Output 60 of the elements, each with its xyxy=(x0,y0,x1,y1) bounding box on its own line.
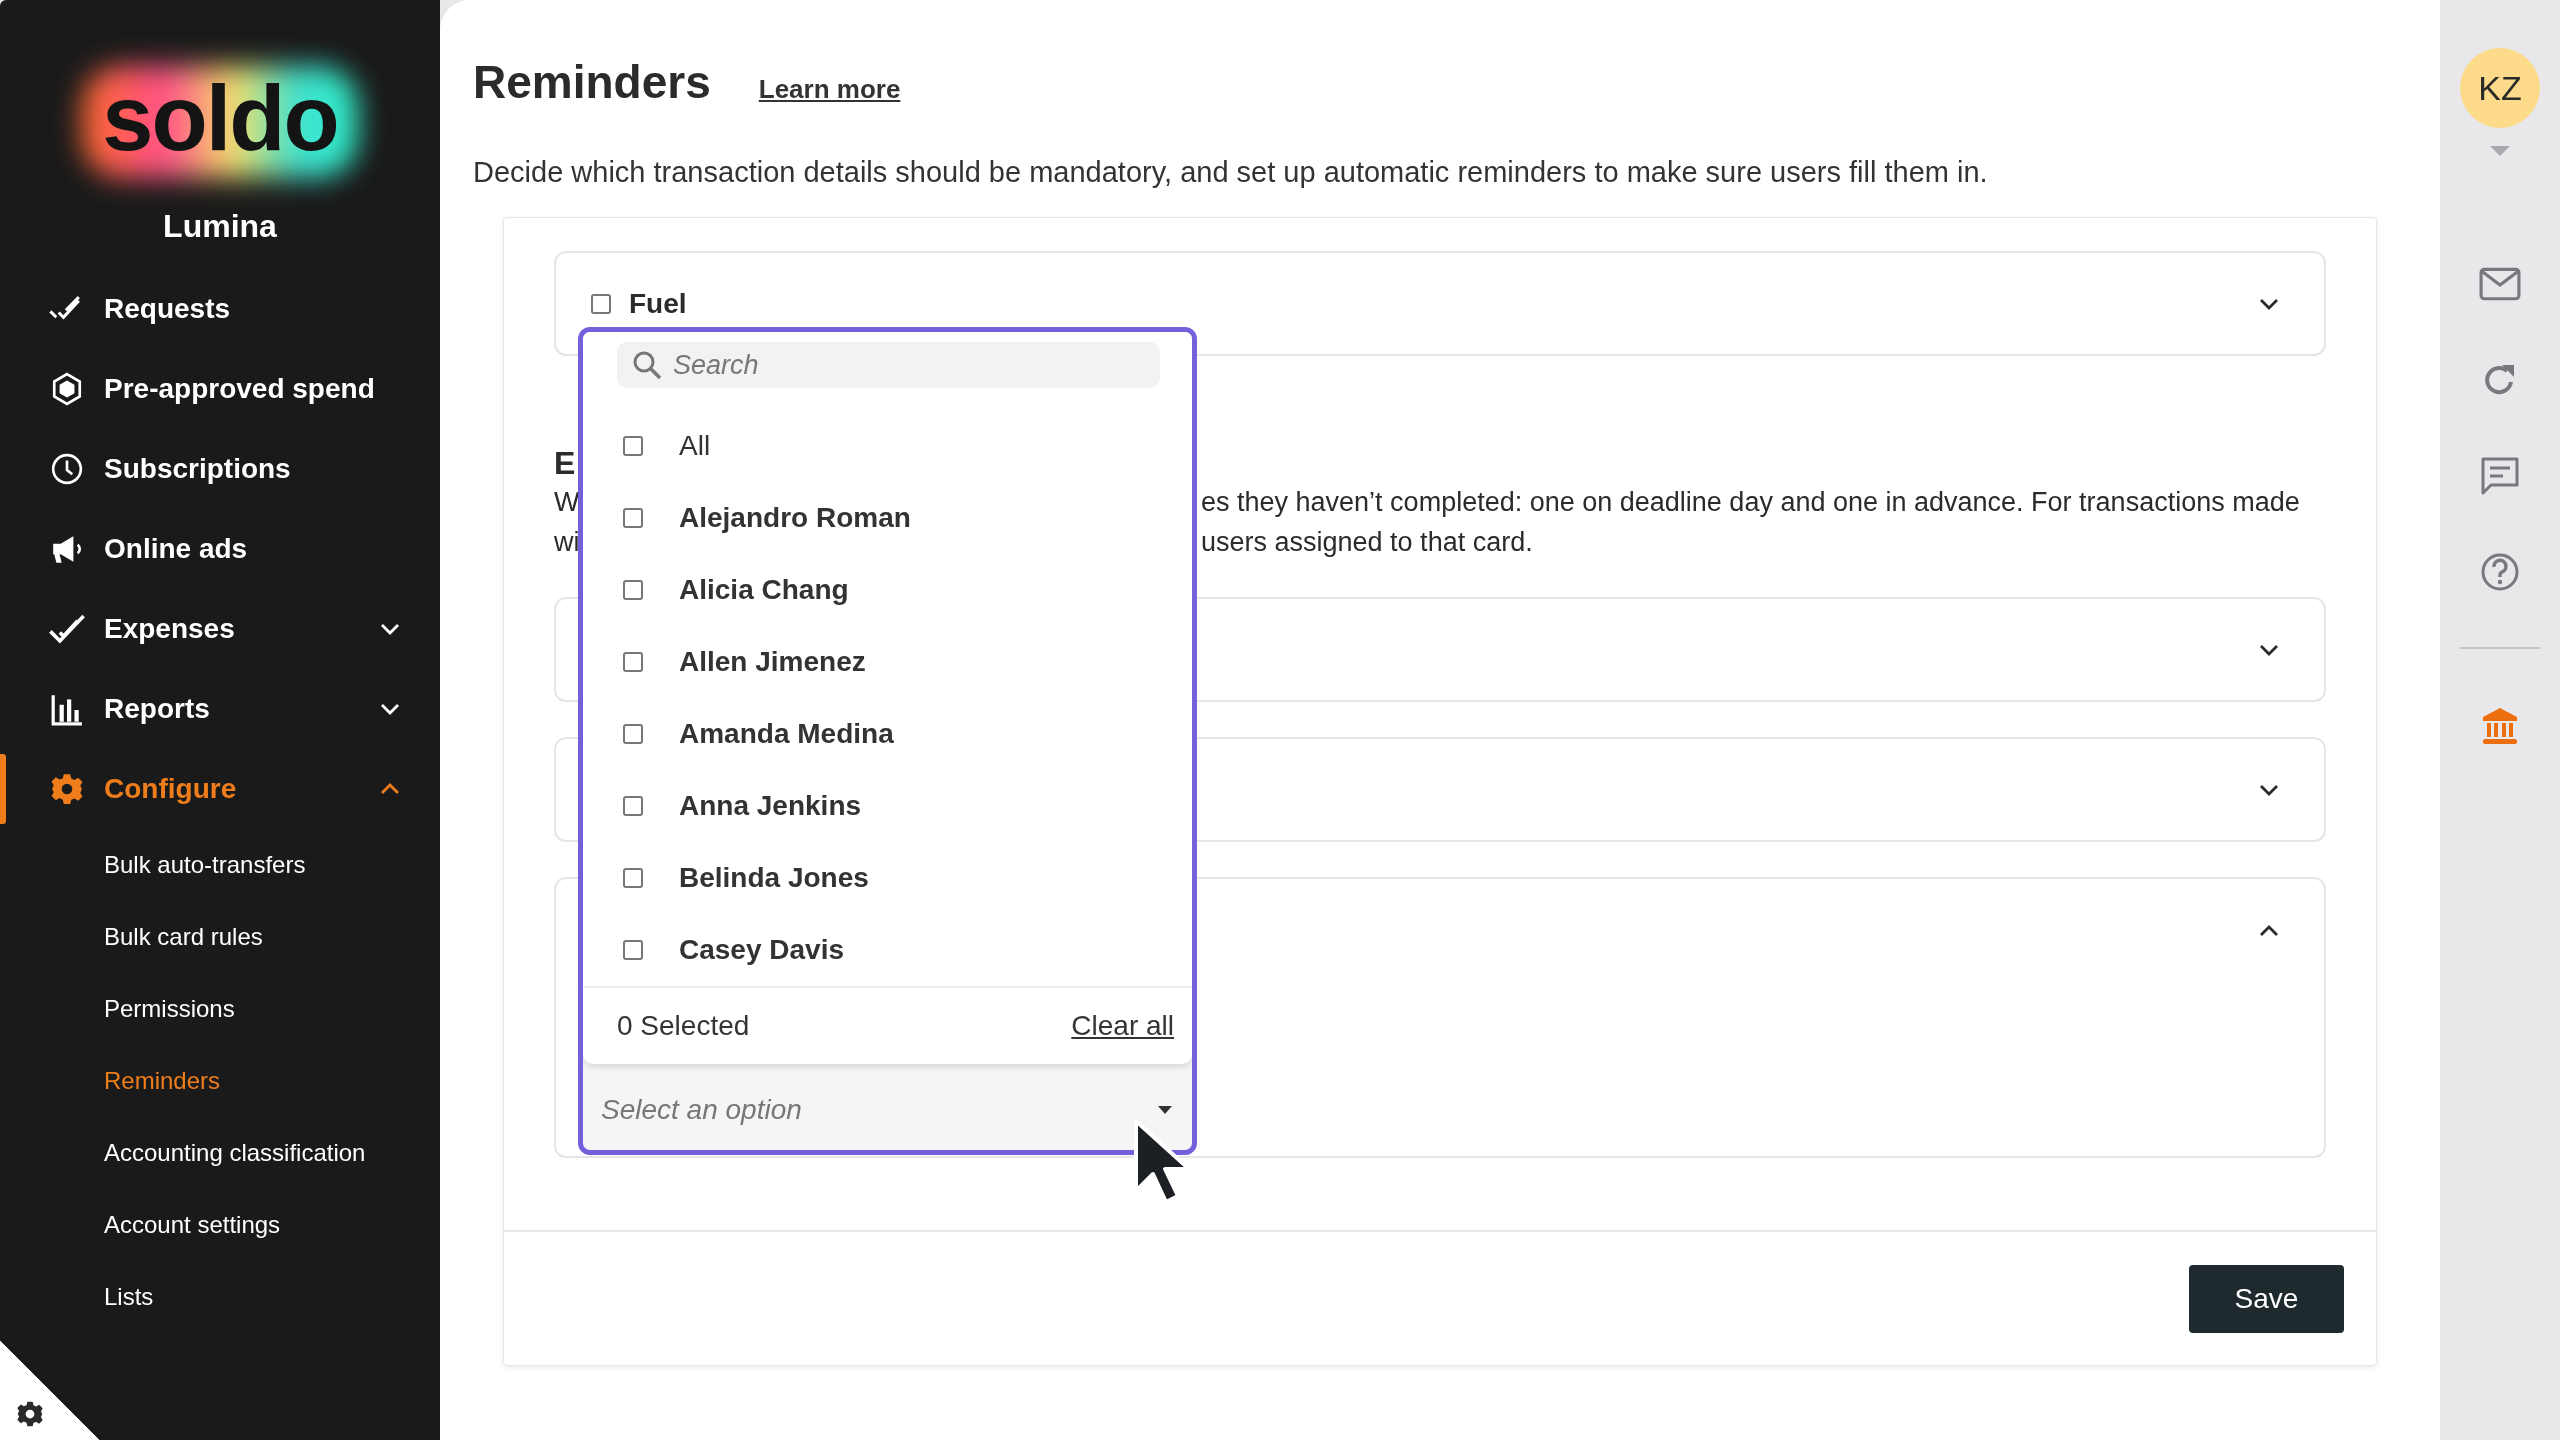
nav-item[interactable]: Subscriptions xyxy=(0,429,440,509)
nav-subitem[interactable]: Accounting classification xyxy=(0,1117,440,1189)
chevron-down-icon xyxy=(380,703,400,715)
search-icon xyxy=(631,349,663,381)
option-item[interactable]: Allen Jimenez xyxy=(599,626,1176,698)
paragraph-text: users assigned to that card. xyxy=(1201,526,1533,560)
nav-item[interactable]: Online ads xyxy=(0,509,440,589)
checkbox[interactable] xyxy=(623,724,643,744)
accordion-title: Fuel xyxy=(629,287,688,320)
chevron-down-icon[interactable] xyxy=(2259,297,2279,310)
double-check-icon xyxy=(48,612,86,646)
checkbox[interactable] xyxy=(591,293,611,314)
chevron-up-icon[interactable] xyxy=(2259,925,2279,938)
page-description: Decide which transaction details should be mandatory, and set up automatic reminders to make sure users fill them in. xyxy=(473,156,1989,189)
user-avatar[interactable]: KZ xyxy=(2460,48,2540,128)
nav-subitem[interactable]: Reminders xyxy=(0,1045,440,1117)
paragraph-text: wi xyxy=(554,526,580,560)
nav-item[interactable]: Reports xyxy=(0,669,440,749)
caret-icon xyxy=(1158,1106,1172,1114)
company-name: Lumina xyxy=(162,208,278,245)
nav-subitem[interactable]: Account settings xyxy=(0,1189,440,1261)
chevron-down-icon[interactable] xyxy=(2259,783,2279,796)
select-field[interactable]: Select an option xyxy=(583,1070,1192,1150)
option-item[interactable]: Alejandro Roman xyxy=(599,482,1176,554)
option-item[interactable]: Casey Davis xyxy=(599,914,1176,986)
nav-item[interactable]: Configure xyxy=(0,749,440,829)
option-item[interactable]: All xyxy=(599,410,1176,482)
checkbox[interactable] xyxy=(623,868,643,888)
section-heading: E xyxy=(554,444,576,483)
search-field[interactable]: Search xyxy=(617,342,1160,388)
checkbox[interactable] xyxy=(623,940,643,960)
option-item[interactable]: Anna Jenkins xyxy=(599,770,1176,842)
checkbox[interactable] xyxy=(623,796,643,816)
paragraph-text: es they haven’t completed: one on deadline day and one in advance. For transactions made xyxy=(1201,486,2300,520)
checkbox[interactable] xyxy=(623,652,643,672)
nav-subitem[interactable]: Lists xyxy=(0,1261,440,1333)
option-item[interactable]: Amanda Medina xyxy=(599,698,1176,770)
option-item[interactable]: Belinda Jones xyxy=(599,842,1176,914)
chevron-down-icon[interactable] xyxy=(2259,643,2279,656)
checkbox[interactable] xyxy=(623,580,643,600)
chat-icon[interactable] xyxy=(2479,456,2521,496)
chevron-down-icon xyxy=(380,623,400,635)
clear-all-link[interactable]: Clear all xyxy=(1071,1010,1174,1042)
option-item[interactable]: Alicia Chang xyxy=(599,554,1176,626)
nav-subitem[interactable]: Bulk card rules xyxy=(0,901,440,973)
nav-subitem[interactable]: Bulk auto-transfers xyxy=(0,829,440,901)
learn-more-link[interactable]: Learn more xyxy=(758,74,901,105)
nav-item[interactable]: Expenses xyxy=(0,589,440,669)
selected-count: 0 Selected xyxy=(617,1010,750,1042)
nav-subitem[interactable]: Permissions xyxy=(0,973,440,1045)
paragraph-text: W xyxy=(554,486,580,520)
save-button[interactable]: Save xyxy=(2189,1265,2344,1334)
nav-item[interactable]: Requests xyxy=(0,269,440,349)
page-title: Reminders xyxy=(473,55,711,109)
chevron-up-icon xyxy=(380,783,400,795)
nav-item[interactable]: Pre-approved spend xyxy=(0,349,440,429)
checkbox[interactable] xyxy=(623,508,643,528)
checkbox[interactable] xyxy=(623,436,643,456)
settings-icon[interactable] xyxy=(16,1400,44,1428)
help-icon[interactable] xyxy=(2479,552,2521,592)
